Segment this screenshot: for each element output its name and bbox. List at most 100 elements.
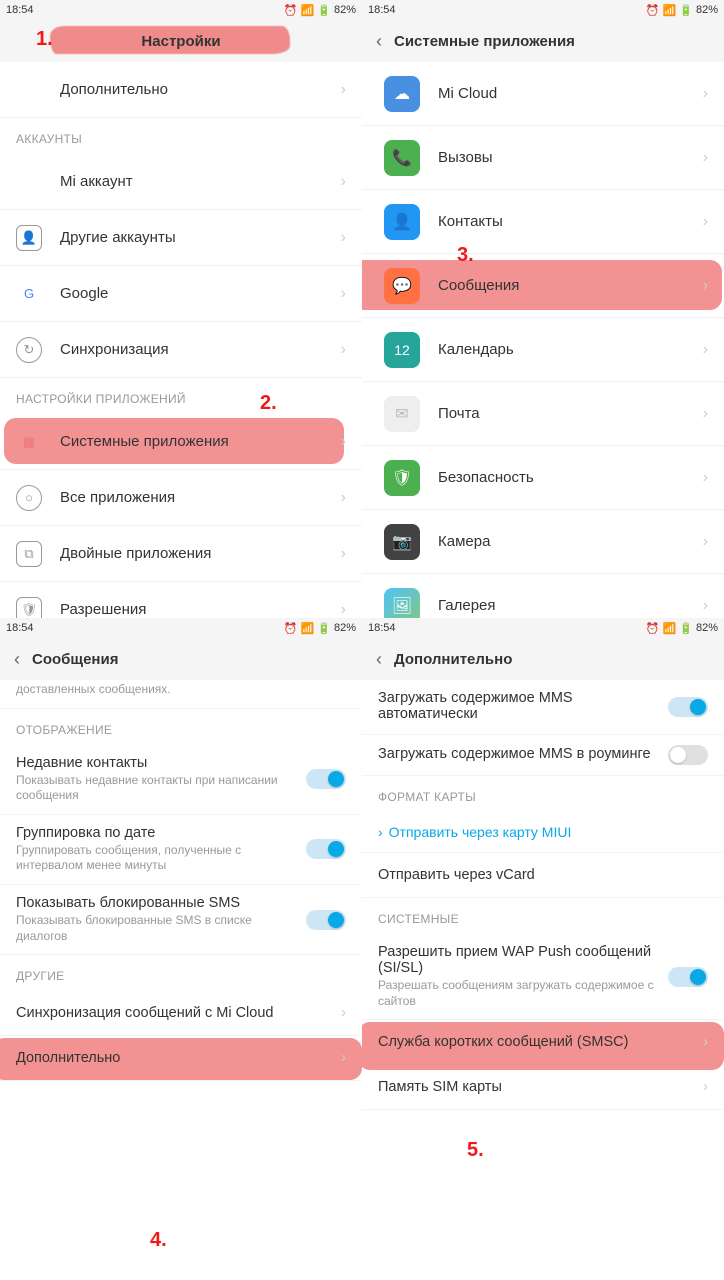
message-icon: 💬 xyxy=(384,268,420,304)
chevron-right-icon: › xyxy=(703,597,708,615)
row-system-apps[interactable]: ▦ Системные приложения› xyxy=(0,414,362,470)
gallery-icon: 🖼 xyxy=(384,588,420,619)
chevron-right-icon: › xyxy=(703,149,708,167)
phone-icon: 📞 xyxy=(384,140,420,176)
chevron-right-icon: › xyxy=(703,277,708,295)
row-more[interactable]: ••• Дополнительно› xyxy=(0,62,362,118)
alarm-icon: ⏰ xyxy=(646,4,660,17)
chevron-right-icon: › xyxy=(341,545,346,563)
back-icon[interactable]: ‹ xyxy=(14,649,20,670)
sync-icon: ↻ xyxy=(16,337,42,363)
annotation-4: 4. xyxy=(150,1229,167,1252)
camera-icon: 📷 xyxy=(384,524,420,560)
toggle-mms-roaming[interactable] xyxy=(668,745,708,765)
row-wap-push[interactable]: Разрешить прием WAP Push сообщений (SI/S… xyxy=(362,934,724,1020)
calendar-icon: 12 xyxy=(384,332,420,368)
row-google[interactable]: G Google› xyxy=(0,266,362,322)
section-accounts: АККАУНТЫ xyxy=(0,118,362,154)
section-card-format: ФОРМАТ КАРТЫ xyxy=(362,776,724,812)
battery-icon: 🔋 xyxy=(317,622,331,635)
battery-icon: 🔋 xyxy=(679,622,693,635)
chevron-right-icon: › xyxy=(703,533,708,551)
row-mms-auto[interactable]: Загружать содержимое MMS автоматически xyxy=(362,680,724,735)
row-sync-mi-cloud[interactable]: Синхронизация сообщений с Mi Cloud› xyxy=(0,991,362,1036)
person-icon: 👤 xyxy=(16,225,42,251)
app-calls[interactable]: 📞 Вызовы› xyxy=(362,126,724,190)
row-more-settings[interactable]: Дополнительно› xyxy=(0,1036,362,1081)
chevron-right-icon: › xyxy=(341,81,346,99)
chevron-right-icon: › xyxy=(703,85,708,103)
chevron-right-icon: › xyxy=(378,824,383,840)
chevron-right-icon: › xyxy=(341,433,346,451)
row-recent-contacts[interactable]: Недавние контакты Показывать недавние ко… xyxy=(0,745,362,815)
row-dual-apps[interactable]: ⧉ Двойные приложения› xyxy=(0,526,362,582)
chevron-right-icon: › xyxy=(341,285,346,303)
partial-row: доставленных сообщениях. xyxy=(0,680,362,709)
alarm-icon: ⏰ xyxy=(284,622,298,635)
app-camera[interactable]: 📷 Камера› xyxy=(362,510,724,574)
row-permissions[interactable]: 🛡 Разрешения› xyxy=(0,582,362,618)
app-security[interactable]: 🛡 Безопасность› xyxy=(362,446,724,510)
annotation-2: 2. xyxy=(260,392,277,415)
section-other: ДРУГИЕ xyxy=(0,955,362,991)
app-calendar[interactable]: 12 Календарь› xyxy=(362,318,724,382)
grid-icon: ▦ xyxy=(16,429,42,455)
more-icon: ••• xyxy=(16,77,42,103)
annotation-5: 5. xyxy=(467,1139,484,1162)
row-send-miui[interactable]: ›Отправить через карту MIUI xyxy=(362,812,724,853)
app-mail[interactable]: ✉ Почта› xyxy=(362,382,724,446)
security-icon: 🛡 xyxy=(384,460,420,496)
row-other-accounts[interactable]: 👤 Другие аккаунты› xyxy=(0,210,362,266)
chevron-right-icon: › xyxy=(703,405,708,423)
section-system: СИСТЕМНЫЕ xyxy=(362,898,724,934)
back-icon[interactable]: ‹ xyxy=(376,649,382,670)
signal-icon: 📶 xyxy=(301,622,315,635)
status-bar: 18:54 ⏰📶🔋82% xyxy=(0,0,362,20)
page-title: Сообщения xyxy=(32,651,118,668)
toggle-blocked[interactable] xyxy=(306,910,346,930)
chevron-right-icon: › xyxy=(341,601,346,619)
page-title: Системные приложения xyxy=(394,33,575,50)
toggle-mms-auto[interactable] xyxy=(668,697,708,717)
toggle-recent[interactable] xyxy=(306,769,346,789)
chevron-right-icon: › xyxy=(341,341,346,359)
shield-icon: 🛡 xyxy=(16,597,42,619)
mail-icon: ✉ xyxy=(384,396,420,432)
panel-system-apps: 18:54 ⏰📶🔋82% ‹ Системные приложения ☁ Mi… xyxy=(362,0,724,618)
alarm-icon: ⏰ xyxy=(646,622,660,635)
dual-icon: ⧉ xyxy=(16,541,42,567)
header: ‹ Дополнительно xyxy=(362,638,724,680)
row-mi-account[interactable]: MI Mi аккаунт› xyxy=(0,154,362,210)
app-messages[interactable]: 💬 Сообщения› xyxy=(362,254,724,318)
row-sync[interactable]: ↻ Синхронизация› xyxy=(0,322,362,378)
annotation-3: 3. xyxy=(457,244,474,267)
row-mms-roaming[interactable]: Загружать содержимое MMS в роуминге xyxy=(362,735,724,776)
section-display: ОТОБРАЖЕНИЕ xyxy=(0,709,362,745)
chevron-right-icon: › xyxy=(703,1079,708,1095)
toggle-wap[interactable] xyxy=(668,967,708,987)
signal-icon: 📶 xyxy=(301,4,315,17)
back-icon[interactable]: ‹ xyxy=(376,31,382,52)
app-contacts[interactable]: 👤 Контакты› xyxy=(362,190,724,254)
row-smsc[interactable]: Служба коротких сообщений (SMSC)› xyxy=(362,1020,724,1065)
signal-icon: 📶 xyxy=(663,4,677,17)
row-blocked-sms[interactable]: Показывать блокированные SMS Показывать … xyxy=(0,885,362,955)
section-app-settings: НАСТРОЙКИ ПРИЛОЖЕНИЙ xyxy=(0,378,362,414)
row-send-vcard[interactable]: Отправить через vCard xyxy=(362,853,724,898)
row-group-by-date[interactable]: Группировка по дате Группировать сообщен… xyxy=(0,815,362,885)
panel-advanced: 18:54 ⏰📶🔋82% ‹ Дополнительно Загружать с… xyxy=(362,618,724,1280)
app-gallery[interactable]: 🖼 Галерея› xyxy=(362,574,724,618)
chevron-right-icon: › xyxy=(703,341,708,359)
panel-settings: 18:54 ⏰📶🔋82% Настройки 1. ••• Дополнител… xyxy=(0,0,362,618)
signal-icon: 📶 xyxy=(663,622,677,635)
apps-icon: ○ xyxy=(16,485,42,511)
row-sim-memory[interactable]: Память SIM карты› xyxy=(362,1065,724,1110)
annotation-1: 1. xyxy=(36,28,53,51)
toggle-group[interactable] xyxy=(306,839,346,859)
battery-icon: 🔋 xyxy=(679,4,693,17)
app-micloud[interactable]: ☁ Mi Cloud› xyxy=(362,62,724,126)
mi-logo-icon: MI xyxy=(16,169,42,195)
battery-icon: 🔋 xyxy=(317,4,331,17)
status-bar: 18:54 ⏰📶🔋82% xyxy=(362,618,724,638)
row-all-apps[interactable]: ○ Все приложения› xyxy=(0,470,362,526)
